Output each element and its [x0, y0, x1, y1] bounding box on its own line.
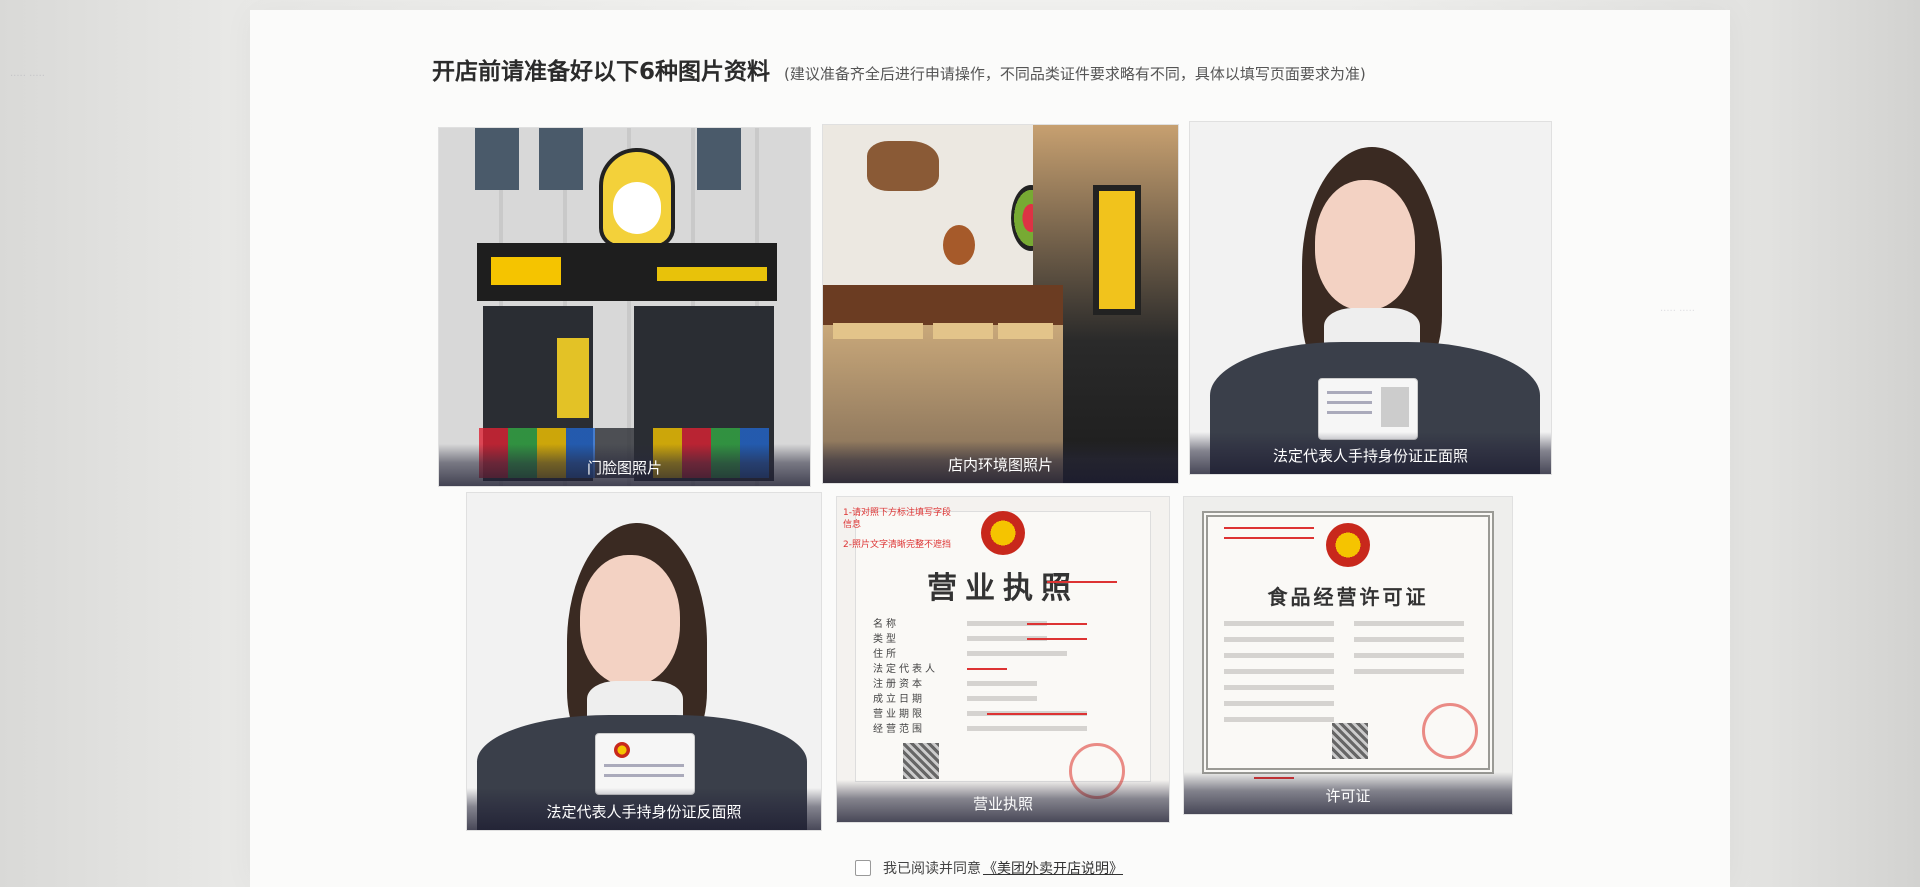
annotation-note: 2-照片文字清晰完整不遮挡	[843, 540, 951, 550]
photo-card-interior[interactable]: 店内环境图照片	[822, 124, 1179, 484]
agreement-row: 我已阅读并同意 《美团外卖开店说明》	[855, 858, 1123, 878]
agreement-checkbox[interactable]	[855, 860, 871, 876]
photo-card-id-back[interactable]: 法定代表人手持身份证反面照	[466, 492, 822, 831]
qr-code-icon	[903, 743, 939, 779]
national-emblem-icon	[1326, 523, 1370, 567]
annotation-note: 1-请对照下方标注填写字段信息	[843, 508, 951, 530]
photo-card-business-license[interactable]: 1-请对照下方标注填写字段信息 2-照片文字清晰完整不遮挡 营业执照 名称 类型…	[836, 496, 1170, 823]
doc-title: 营业执照	[927, 571, 1079, 606]
card-caption: 法定代表人手持身份证正面照	[1190, 432, 1551, 474]
qr-code-icon	[1332, 723, 1368, 759]
page-subtitle: (建议准备齐全后进行申请操作，不同品类证件要求略有不同，具体以填写页面要求为准)	[784, 65, 1366, 83]
cow-painting	[867, 141, 939, 191]
doc-title: 食品经营许可证	[1267, 585, 1429, 609]
card-caption: 营业执照	[837, 780, 1169, 822]
menu-poster	[1093, 185, 1141, 315]
national-emblem-icon	[981, 511, 1025, 555]
id-card-image	[1318, 378, 1418, 440]
agreement-link[interactable]: 《美团外卖开店说明》	[983, 858, 1123, 878]
page-title: 开店前请准备好以下6种图片资料	[432, 59, 771, 85]
card-caption: 许可证	[1184, 772, 1512, 814]
photo-card-storefront[interactable]: 门脸图照片	[438, 127, 811, 487]
page-heading: 开店前请准备好以下6种图片资料 (建议准备齐全后进行申请操作，不同品类证件要求略…	[432, 52, 1366, 86]
watermark: ····· ·····	[10, 71, 45, 82]
shop-sign	[477, 243, 777, 301]
national-emblem-icon	[614, 742, 630, 758]
photo-card-id-front[interactable]: 法定代表人手持身份证正面照	[1189, 121, 1552, 475]
id-card-image	[595, 733, 695, 795]
agreement-label: 我已阅读并同意	[883, 861, 981, 877]
card-caption: 门脸图照片	[439, 444, 810, 486]
photo-card-food-permit[interactable]: 食品经营许可证 许可证	[1183, 496, 1513, 815]
chicken-painting	[943, 225, 975, 265]
license-fields: 名称 类型 住所 法定代表人 注册资本 成立日期 营业期限 经营范围	[873, 619, 938, 735]
card-caption: 法定代表人手持身份证反面照	[467, 788, 821, 830]
watermark: ····· ·····	[1660, 306, 1695, 317]
card-caption: 店内环境图照片	[823, 441, 1178, 483]
mascot-image	[599, 148, 675, 248]
official-seal-icon	[1422, 703, 1478, 759]
